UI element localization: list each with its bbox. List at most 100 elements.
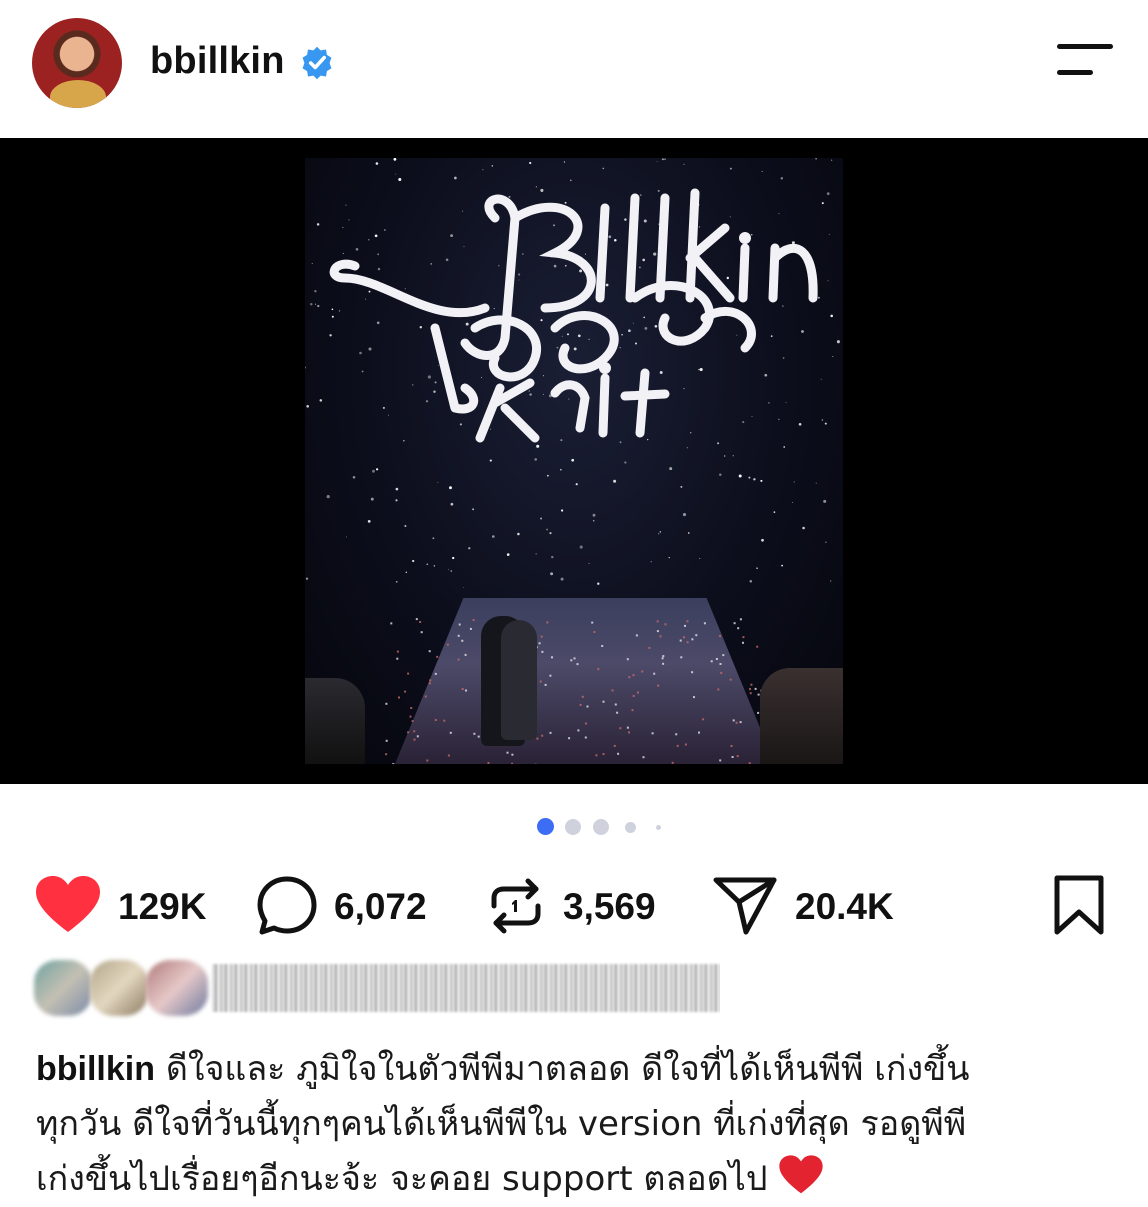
star — [306, 578, 308, 580]
confetti-piece — [716, 658, 718, 660]
confetti-piece — [416, 618, 418, 620]
confetti-piece — [693, 696, 695, 698]
confetti-piece — [549, 675, 551, 677]
confetti-piece — [601, 645, 603, 647]
confetti-piece — [412, 720, 414, 722]
confetti-piece — [685, 744, 687, 746]
confetti-piece — [417, 735, 419, 737]
star — [699, 558, 700, 559]
repost-count[interactable]: 3,569 — [563, 886, 656, 928]
star — [492, 535, 495, 538]
post-media[interactable] — [0, 138, 1148, 784]
confetti-piece — [541, 636, 543, 638]
confetti-piece — [633, 674, 635, 676]
comment-count[interactable]: 6,072 — [334, 886, 427, 928]
star — [749, 580, 752, 583]
confetti-piece — [627, 658, 629, 660]
confetti-piece — [540, 681, 542, 683]
confetti-piece — [570, 659, 572, 661]
confetti-piece — [720, 663, 722, 665]
confetti-piece — [407, 731, 409, 733]
carousel-dot-active[interactable] — [537, 818, 554, 835]
confetti-piece — [732, 756, 734, 758]
confetti-piece — [740, 721, 742, 723]
star — [404, 525, 406, 527]
confetti-piece — [648, 647, 650, 649]
confetti-piece — [641, 671, 643, 673]
star — [593, 514, 596, 517]
like-count[interactable]: 129K — [118, 886, 206, 928]
confetti-piece — [603, 701, 605, 703]
share-count[interactable]: 20.4K — [795, 886, 894, 928]
star — [451, 503, 454, 506]
confetti-piece — [750, 684, 752, 686]
confetti-piece — [683, 636, 685, 638]
carousel-dot[interactable] — [625, 822, 636, 833]
star — [589, 563, 590, 564]
confetti-piece — [458, 635, 460, 637]
repost-icon[interactable] — [486, 876, 546, 936]
confetti-piece — [755, 688, 757, 690]
red-heart-icon — [778, 1154, 824, 1196]
confetti-piece — [653, 673, 655, 675]
confetti-piece — [677, 745, 679, 747]
star — [406, 572, 407, 573]
avatar-blur — [146, 960, 208, 1016]
confetti-piece — [447, 644, 449, 646]
confetti-piece — [459, 624, 461, 626]
confetti-piece — [628, 676, 630, 678]
confetti-piece — [587, 706, 589, 708]
confetti-piece — [633, 695, 635, 697]
liked-by-obscured — [30, 950, 720, 1032]
confetti-piece — [541, 651, 543, 653]
bookmark-icon[interactable] — [1052, 874, 1106, 936]
confetti-piece — [595, 754, 597, 756]
confetti-piece — [742, 642, 744, 644]
confetti-piece — [450, 732, 452, 734]
verified-badge-icon — [299, 45, 335, 81]
carousel-dot[interactable] — [656, 825, 661, 830]
confetti-piece — [458, 659, 460, 661]
share-icon[interactable] — [712, 874, 778, 936]
confetti-piece — [407, 673, 409, 675]
confetti-piece — [385, 753, 387, 755]
carousel-dot[interactable] — [565, 819, 581, 835]
confetti-piece — [507, 752, 509, 754]
confetti-piece — [643, 756, 645, 758]
star — [688, 532, 690, 534]
confetti-piece — [612, 689, 614, 691]
confetti-piece — [582, 696, 584, 698]
confetti-piece — [426, 760, 428, 762]
star — [580, 546, 583, 549]
confetti-piece — [657, 685, 659, 687]
post-header: bbillkin — [0, 0, 1148, 138]
confetti-piece — [465, 654, 467, 656]
star — [561, 509, 563, 511]
confetti-piece — [421, 631, 423, 633]
star — [802, 527, 805, 530]
confetti-piece — [435, 719, 437, 721]
confetti-piece — [397, 651, 399, 653]
caption-username[interactable]: bbillkin — [36, 1050, 155, 1088]
confetti-piece — [585, 737, 587, 739]
star — [448, 569, 449, 570]
header-username[interactable]: bbillkin — [150, 40, 285, 83]
confetti-piece — [636, 634, 638, 636]
heart-icon[interactable] — [34, 874, 102, 936]
confetti-piece — [660, 635, 662, 637]
comment-icon[interactable] — [255, 874, 319, 938]
star — [540, 518, 542, 520]
profile-avatar[interactable] — [32, 18, 122, 108]
confetti-piece — [435, 673, 437, 675]
confetti-piece — [413, 730, 415, 732]
star — [669, 557, 670, 558]
confetti-piece — [680, 640, 682, 642]
confetti-piece — [419, 621, 421, 623]
menu-icon[interactable] — [1054, 44, 1114, 80]
carousel-dot[interactable] — [593, 819, 609, 835]
confetti-piece — [662, 655, 664, 657]
star — [756, 567, 758, 569]
confetti-piece — [577, 663, 579, 665]
confetti-piece — [742, 636, 744, 638]
star — [517, 533, 520, 536]
